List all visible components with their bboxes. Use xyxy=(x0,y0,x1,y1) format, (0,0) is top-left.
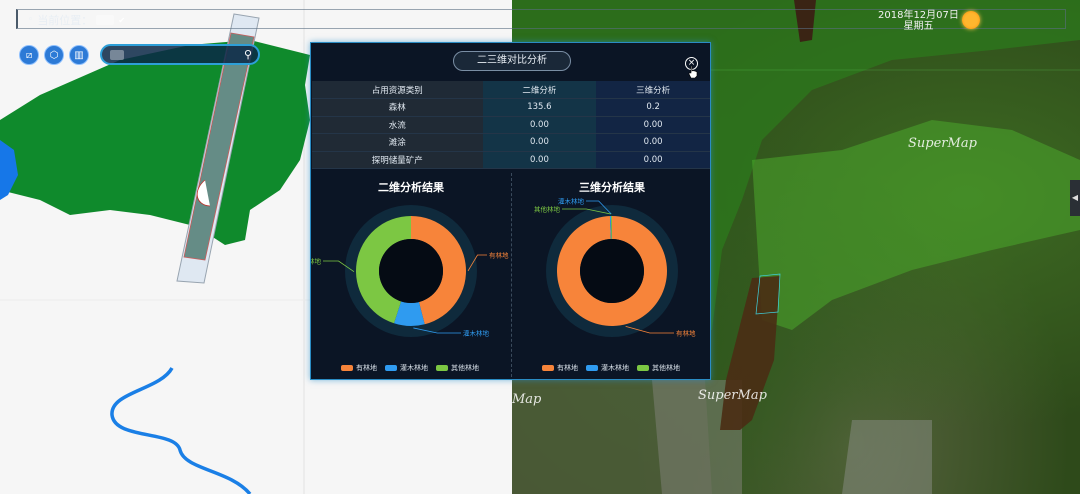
table-header: 占用资源类别 xyxy=(312,81,483,99)
legend-label: 有林地 xyxy=(557,364,578,372)
legend-item[interactable]: 灌木林地 xyxy=(385,363,428,373)
search-input[interactable]: ⚲ xyxy=(100,44,260,65)
table-cell: 0.00 xyxy=(596,133,710,152)
legend-item[interactable]: 有林地 xyxy=(542,363,578,373)
comparison-panel: 二三维对比分析 × 占用资源类别 二维分析 三维分析 森林 135.6 0.2 … xyxy=(310,42,711,380)
hand-cursor-icon xyxy=(688,65,698,78)
legend-item[interactable]: 其他林地 xyxy=(637,363,680,373)
table-cell: 探明储量矿产 xyxy=(312,151,483,169)
table-cell: 水流 xyxy=(312,116,483,134)
cube-icon[interactable]: ⬡ xyxy=(44,45,64,65)
slice-label: 其他林地 xyxy=(534,205,561,214)
datetime: 2018年12月07日 星期五 xyxy=(878,10,959,32)
donut-hole xyxy=(580,239,644,303)
weekday-text: 星期五 xyxy=(903,21,934,32)
panel-title: 二三维对比分析 xyxy=(453,51,571,71)
legend-item[interactable]: 灌木林地 xyxy=(586,363,629,373)
donut-hole xyxy=(379,239,443,303)
table-cell: 0.00 xyxy=(482,151,597,169)
slice-label: 灌木林地 xyxy=(463,329,490,338)
legend-3d: 有林地 灌木林地 其他林地 xyxy=(542,363,680,373)
side-panel-toggle[interactable]: ◀ xyxy=(1070,180,1080,216)
table-cell: 滩涂 xyxy=(312,133,483,152)
table-cell: 135.6 xyxy=(482,98,597,117)
legend-swatch xyxy=(341,365,353,371)
table-cell: 0.2 xyxy=(596,98,710,117)
slice-label: 灌木林地 xyxy=(558,197,585,206)
table-header: 二维分析 xyxy=(482,81,597,99)
location-value xyxy=(96,15,115,25)
legend-swatch xyxy=(637,365,649,371)
search-value xyxy=(110,50,124,60)
date-text: 2018年12月07日 xyxy=(878,10,959,21)
watermark: SuperMap xyxy=(908,136,977,151)
watermark: Map xyxy=(512,392,542,407)
legend-label: 其他林地 xyxy=(652,364,680,372)
legend-label: 其他林地 xyxy=(451,364,479,372)
layer-icon[interactable]: ⧄ xyxy=(19,45,39,65)
watermark: SuperMap xyxy=(698,388,767,403)
legend-label: 灌木林地 xyxy=(601,364,629,372)
donut-chart-2d: 有林地灌木林地 其他林地 xyxy=(311,205,509,338)
search-icon[interactable]: ⚲ xyxy=(244,48,252,61)
table-row: 滩涂 0.00 0.00 xyxy=(312,133,710,152)
legend-swatch xyxy=(542,365,554,371)
donut-chart-3d: 有林地 灌木林地其他林地 xyxy=(534,197,696,338)
legend-2d: 有林地 灌木林地 其他林地 xyxy=(341,363,479,373)
legend-swatch xyxy=(436,365,448,371)
table-row: 探明储量矿产 0.00 0.00 xyxy=(312,151,710,169)
legend-item[interactable]: 其他林地 xyxy=(436,363,479,373)
table-row: 森林 135.6 0.2 xyxy=(312,98,710,117)
table-cell: 0.00 xyxy=(482,133,597,152)
table-cell: 0.00 xyxy=(596,116,710,134)
table-row: 水流 0.00 0.00 xyxy=(312,116,710,134)
slice-label: 有林地 xyxy=(489,251,509,260)
legend-label: 灌木林地 xyxy=(400,364,428,372)
location-pin-icon: ◦ xyxy=(28,15,34,25)
split-icon[interactable]: ▥ xyxy=(69,45,89,65)
legend-swatch xyxy=(385,365,397,371)
table-header: 三维分析 xyxy=(596,81,710,99)
slice-label: 有林地 xyxy=(676,329,696,338)
table-header-row: 占用资源类别 二维分析 三维分析 xyxy=(312,81,710,99)
chevron-down-icon: ✔ xyxy=(118,15,126,25)
legend-swatch xyxy=(586,365,598,371)
comparison-table: 占用资源类别 二维分析 三维分析 森林 135.6 0.2 水流 0.00 0.… xyxy=(312,81,710,169)
table-cell: 森林 xyxy=(312,98,483,117)
table-cell: 0.00 xyxy=(596,151,710,169)
location-label: 当前位置： xyxy=(37,14,93,27)
location-selector[interactable]: ◦ 当前位置： ✔ xyxy=(28,12,125,28)
weather-sun-icon xyxy=(962,11,980,29)
slice-label: 其他林地 xyxy=(311,257,322,266)
legend-label: 有林地 xyxy=(356,364,377,372)
legend-item[interactable]: 有林地 xyxy=(341,363,377,373)
table-cell: 0.00 xyxy=(482,116,597,134)
